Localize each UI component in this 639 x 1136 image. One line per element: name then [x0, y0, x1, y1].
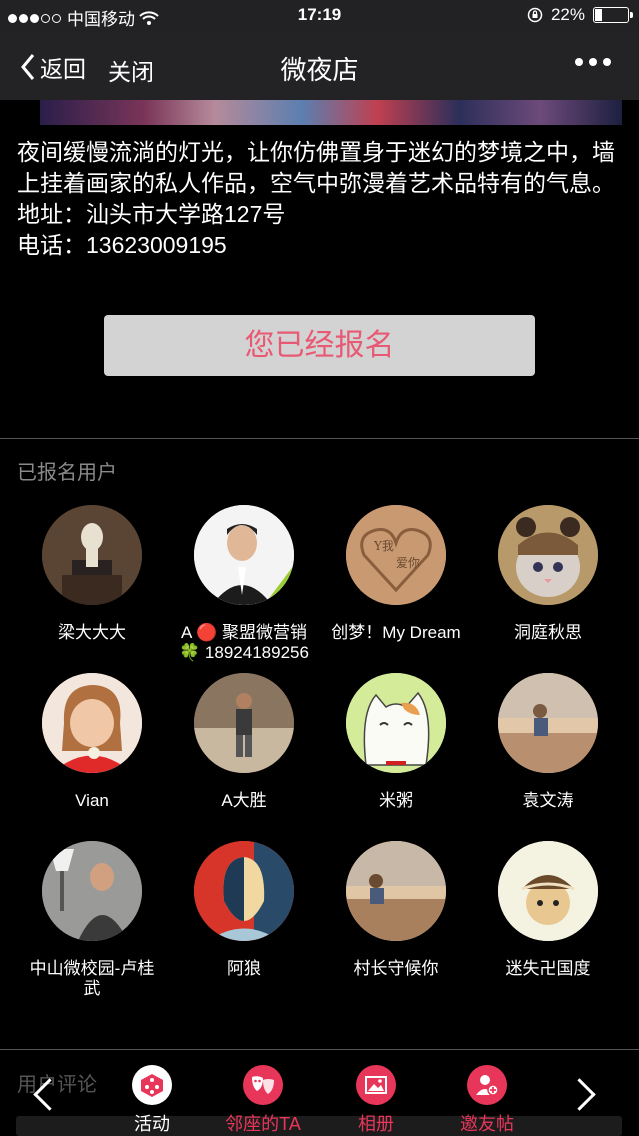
divider	[0, 438, 639, 439]
tab-label: 相册	[358, 1114, 394, 1134]
chevron-left-icon[interactable]	[33, 1078, 66, 1111]
user-item[interactable]: 米粥	[320, 673, 472, 811]
avatar	[42, 505, 142, 605]
tab-label: 活动	[134, 1114, 170, 1134]
avatar	[498, 673, 598, 773]
divider	[0, 1049, 639, 1050]
avatar	[194, 673, 294, 773]
avatar	[498, 505, 598, 605]
chevron-right-icon[interactable]	[563, 1078, 596, 1111]
tab-album[interactable]: 相册	[326, 1065, 426, 1136]
user-name: 村长守候你	[353, 959, 439, 978]
image-icon	[356, 1065, 396, 1105]
user-item[interactable]: 洞庭秋思	[472, 505, 624, 643]
avatar	[346, 841, 446, 941]
svg-text:爱你: 爱你	[396, 556, 420, 570]
user-item[interactable]: 中山微校园-卢桂武	[16, 841, 168, 999]
tab-label: 邻座的TA	[225, 1114, 301, 1134]
tab-invite[interactable]: 邀友帖	[437, 1065, 537, 1136]
add-friend-icon	[467, 1065, 507, 1105]
user-item[interactable]: 迷失卍国度	[472, 841, 624, 979]
avatar	[42, 673, 142, 773]
bottom-tab-bar: 活动 邻座的TA 相册 邀友帖	[0, 1055, 639, 1136]
user-item[interactable]: 袁文涛	[472, 673, 624, 811]
user-name: 阿狼	[227, 959, 261, 978]
phone-text[interactable]: 电话：13623009195	[17, 230, 622, 261]
user-name: A 🔴 聚盟微营销 🍀 18924189256	[179, 623, 309, 662]
avatar	[194, 841, 294, 941]
user-item[interactable]: A大胜	[168, 673, 320, 811]
user-item[interactable]: 村长守候你	[320, 841, 472, 979]
battery-percent: 22%	[550, 5, 585, 24]
tab-activity[interactable]: 活动	[102, 1065, 202, 1136]
status-right: 22%	[527, 5, 633, 25]
user-name: A大胜	[221, 791, 267, 810]
avatar	[498, 841, 598, 941]
more-menu-icon[interactable]	[575, 58, 611, 66]
venue-description: 夜间缓慢流淌的灯光，让你仿佛置身于迷幻的梦境之中，墙上挂着画家的私人作品，空气中…	[17, 137, 622, 261]
rotation-lock-icon	[527, 7, 543, 23]
user-name: 中山微校园-卢桂武	[29, 959, 155, 998]
user-name: 迷失卍国度	[505, 959, 591, 978]
user-name: 洞庭秋思	[514, 623, 582, 642]
avatar	[346, 673, 446, 773]
user-item[interactable]: Vian	[16, 673, 168, 811]
avatar	[42, 841, 142, 941]
avatar: Y我 爱你	[346, 505, 446, 605]
mask-icon	[243, 1065, 283, 1105]
user-name: 创梦！My Dream	[331, 623, 461, 642]
avatar	[194, 505, 294, 605]
user-name: 米粥	[379, 791, 413, 810]
cover-photo	[40, 100, 622, 125]
user-item[interactable]: Y我 爱你 创梦！My Dream	[320, 505, 472, 643]
user-name: Vian	[75, 791, 109, 810]
nav-bar: 返回 关闭 微夜店	[0, 32, 639, 100]
address-text: 地址：汕头市大学路127号	[17, 201, 286, 227]
registered-users-label: 已报名用户	[17, 462, 117, 484]
tab-label: 邀友帖	[460, 1114, 514, 1134]
page-title: 微夜店	[280, 55, 359, 85]
user-item[interactable]: A 🔴 聚盟微营销 🍀 18924189256	[168, 505, 320, 663]
battery-icon	[593, 7, 633, 23]
user-name: 袁文涛	[522, 791, 574, 810]
tab-neighbor[interactable]: 邻座的TA	[213, 1065, 313, 1136]
description-text: 夜间缓慢流淌的灯光，让你仿佛置身于迷幻的梦境之中，墙上挂着画家的私人作品，空气中…	[17, 139, 615, 196]
svg-text:Y我: Y我	[373, 539, 394, 553]
status-bar: 中国移动 17:19 22%	[0, 0, 639, 32]
signup-button[interactable]: 您已经报名	[104, 315, 535, 376]
dice-icon	[132, 1065, 172, 1105]
user-name: 梁大大大	[58, 623, 126, 642]
user-item[interactable]: 阿狼	[168, 841, 320, 979]
user-item[interactable]: 梁大大大	[16, 505, 168, 643]
